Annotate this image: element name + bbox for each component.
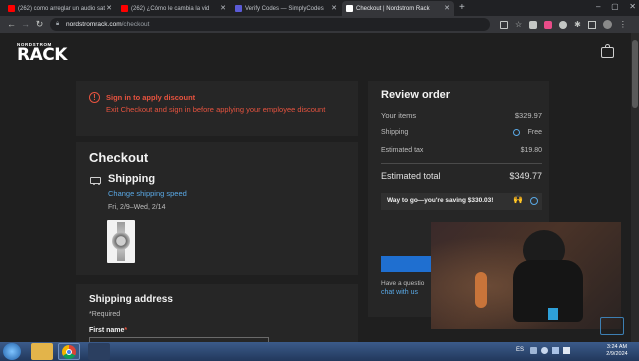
window-controls: – ▢ ✕ (596, 2, 636, 13)
back-icon[interactable]: ← (6, 19, 17, 30)
file-explorer-icon[interactable] (31, 343, 53, 360)
shipping-label: Shipping (381, 129, 409, 136)
sidepanel-icon[interactable] (587, 20, 596, 29)
savings-text: Way to go—you're saving $330.03! (387, 197, 494, 204)
review-order-heading: Review order (381, 89, 451, 101)
minimize-icon[interactable]: – (596, 2, 600, 13)
tab-title: (262) ¿Cómo le cambia la vid (131, 5, 210, 12)
info-icon[interactable] (513, 129, 520, 136)
total-value: $349.77 (509, 171, 542, 181)
youtube-icon (8, 5, 15, 12)
lamp-shape (475, 272, 487, 308)
browser-tab-2[interactable]: (262) ¿Cómo le cambia la vid ✕ (117, 1, 230, 16)
browser-extensions: ☆ ✱ ⋮ (500, 19, 635, 30)
required-note: *Required (89, 311, 121, 318)
new-tab-button[interactable]: + (459, 2, 465, 13)
discount-notice-card: ! Sign in to apply discount Exit Checkou… (76, 81, 358, 136)
browser-tab-strip: (262) como arreglar un audio sat ✕ (262)… (0, 0, 639, 16)
menu-icon[interactable]: ⋮ (619, 20, 627, 29)
start-button[interactable] (3, 343, 21, 360)
chat-with-us-link[interactable]: chat with us (381, 289, 418, 296)
browser-tab-1[interactable]: (262) como arreglar un audio sat ✕ (4, 1, 116, 16)
nordstrom-rack-logo[interactable]: NORDSTROM RACK (17, 42, 75, 64)
cup-shape (548, 308, 558, 320)
change-shipping-speed-link[interactable]: Change shipping speed (108, 189, 187, 198)
alert-icon: ! (89, 92, 100, 103)
tab-title: Checkout | Nordstrom Rack (356, 5, 430, 12)
clock-date: 2/9/2024 (606, 351, 628, 357)
discount-notice-body: Exit Checkout and sign in before applyin… (106, 105, 326, 114)
shipping-address-card: Shipping address *Required First name* (76, 284, 358, 342)
windows-taskbar: ES 3:24 AM 2/9/2024 (0, 342, 639, 361)
clock-time: 3:24 AM (606, 344, 628, 350)
items-label: Your items (381, 111, 417, 120)
info-icon[interactable] (530, 197, 538, 205)
truck-icon (90, 177, 101, 185)
url-path: /checkout (121, 21, 150, 28)
tray-icon[interactable] (530, 347, 537, 354)
language-indicator[interactable]: ES (516, 347, 524, 353)
checkout-heading: Checkout (89, 150, 149, 165)
items-value: $329.97 (514, 111, 542, 120)
tax-value: $19.80 (520, 147, 542, 154)
shipping-address-heading: Shipping address (89, 294, 173, 305)
close-tab-icon[interactable]: ✕ (220, 4, 226, 12)
youtube-icon (121, 5, 128, 12)
product-thumbnail-watch[interactable] (107, 220, 135, 263)
help-text: Have a questio (381, 280, 425, 287)
forward-icon[interactable]: → (20, 19, 31, 30)
savings-banner: Way to go—you're saving $330.03! 🙌 (381, 193, 542, 210)
page-scrollbar-thumb[interactable] (632, 40, 638, 108)
browser-toolbar: ← → ↻ 🔒︎ nordstromrack.com/checkout ☆ ✱ … (0, 16, 639, 33)
discount-notice-title: Sign in to apply discount (106, 93, 196, 102)
checkout-card: Checkout Shipping Change shipping speed … (76, 142, 358, 275)
close-tab-icon[interactable]: ✕ (106, 4, 112, 12)
divider (381, 163, 542, 164)
extension-icon[interactable] (529, 20, 538, 29)
raising-hands-icon: 🙌 (513, 195, 523, 204)
tray-icon[interactable] (541, 347, 548, 354)
close-tab-icon[interactable]: ✕ (331, 4, 337, 12)
bookmark-star-icon[interactable]: ☆ (515, 20, 522, 29)
close-tab-icon[interactable]: ✕ (444, 4, 450, 12)
tab-title: (262) como arreglar un audio sat (18, 5, 106, 12)
lock-icon: 🔒︎ (56, 21, 60, 27)
clock[interactable]: 3:24 AM 2/9/2024 (598, 344, 636, 358)
page-content: NORDSTROM RACK ! Sign in to apply discou… (0, 33, 631, 342)
close-window-icon[interactable]: ✕ (629, 2, 636, 13)
shipping-title: Shipping (108, 173, 156, 185)
url-host: nordstromrack.com (66, 21, 122, 28)
profile-avatar[interactable] (602, 20, 612, 29)
webcam-overlay[interactable] (431, 222, 621, 329)
delivery-window: Fri, 2/9–Wed, 2/14 (108, 204, 166, 211)
system-tray (530, 347, 590, 356)
shopping-bag-icon[interactable] (601, 44, 614, 58)
shipping-value: Free (527, 129, 542, 136)
first-name-label: First name* (89, 327, 128, 334)
address-bar[interactable]: 🔒︎ nordstromrack.com/checkout (50, 18, 490, 31)
chrome-icon[interactable] (58, 343, 80, 360)
extension-icon[interactable] (559, 20, 568, 29)
maximize-icon[interactable]: ▢ (611, 2, 619, 13)
simplycodes-icon (235, 5, 242, 12)
logo-big-text: RACK (17, 45, 67, 65)
puzzle-icon[interactable]: ✱ (574, 20, 581, 29)
share-icon[interactable] (500, 20, 508, 29)
reload-icon[interactable]: ↻ (34, 19, 45, 30)
volume-icon[interactable] (563, 347, 570, 354)
total-label: Estimated total (381, 171, 441, 181)
extension-icon[interactable] (544, 20, 553, 29)
tax-label: Estimated tax (381, 147, 424, 154)
nordstrom-favicon-icon (346, 5, 353, 12)
tab-title: Verify Codes — SimplyCodes (245, 5, 324, 12)
mouse-app-icon[interactable] (88, 343, 110, 360)
browser-tab-4-active[interactable]: Checkout | Nordstrom Rack ✕ (342, 1, 454, 16)
browser-tab-3[interactable]: Verify Codes — SimplyCodes ✕ (231, 1, 341, 16)
network-icon[interactable] (552, 347, 559, 354)
chat-widget-button[interactable] (600, 317, 624, 335)
